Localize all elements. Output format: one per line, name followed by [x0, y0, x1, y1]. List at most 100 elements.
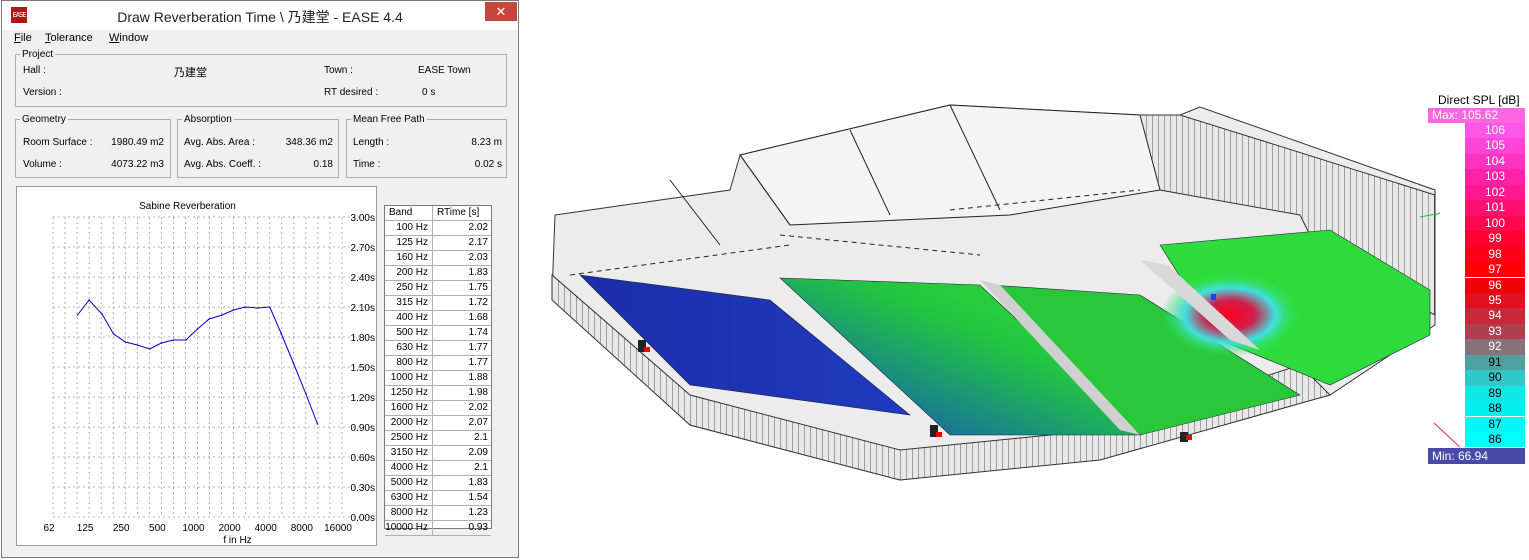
reverberation-chart: Sabine Reverberation 3.00s 2.70s 2.40s 2.10s…	[43, 201, 375, 546]
table-row: 160 Hz 2.03	[385, 251, 491, 266]
hall-label: Hall :	[23, 65, 46, 76]
spl-legend-level: 97	[1465, 262, 1525, 278]
avg-abs-area-label: Avg. Abs. Area :	[184, 137, 255, 148]
volume-value: 4073.22 m3	[111, 159, 164, 170]
y-tick-label: 0.60s	[351, 453, 375, 464]
rt-data-point	[185, 339, 187, 341]
project-legend: Project	[22, 49, 54, 60]
rtime-cell: 1.98	[468, 387, 488, 398]
rtime-cell: 2.03	[468, 252, 488, 263]
spl-legend-level: 87	[1465, 416, 1525, 432]
band-cell: 630 Hz	[385, 341, 433, 356]
x-tick-label: 1000	[182, 523, 205, 534]
project-group: Project	[15, 49, 507, 107]
band-cell: 8000 Hz	[385, 506, 433, 521]
room-surface-value: 1980.49 m2	[111, 137, 164, 148]
spl-legend-level: 106	[1465, 123, 1525, 139]
x-tick-label: 2000	[219, 523, 242, 534]
spl-legend-level: 98	[1465, 246, 1525, 262]
rtime-cell: 2.07	[468, 417, 488, 428]
y-tick-label: 0.90s	[351, 423, 375, 434]
spl-legend-level: 104	[1465, 153, 1525, 170]
band-cell: 125 Hz	[385, 236, 433, 251]
y-tick-label: 1.80s	[351, 333, 375, 344]
rtime-cell: 1.54	[468, 492, 488, 503]
spl-legend-level: 95	[1465, 292, 1525, 309]
rtime-cell: 2.02	[468, 222, 488, 233]
y-tick-label: 2.40s	[351, 273, 375, 284]
x-tick-label: 500	[149, 523, 166, 534]
band-cell: 3150 Hz	[385, 446, 433, 461]
menu-window[interactable]: Window	[109, 32, 148, 44]
rt-data-point	[269, 306, 271, 308]
spl-legend-title: Direct SPL [dB]	[1438, 93, 1520, 107]
hall-3d-view[interactable]	[540, 95, 1440, 495]
band-cell: 1000 Hz	[385, 371, 433, 386]
x-tick-label: 16000	[324, 523, 352, 534]
rt-data-point	[76, 314, 79, 316]
rt-data-point	[88, 299, 90, 301]
rt-data-point	[196, 328, 199, 330]
avg-abs-coeff-label: Avg. Abs. Coeff. :	[184, 159, 261, 170]
spl-legend-level: 91	[1465, 354, 1525, 371]
title-bar[interactable]: EASE Draw Reverberation Time \ 乃建堂 - EAS…	[2, 1, 518, 30]
spl-legend-level: 88	[1465, 401, 1525, 417]
table-row: 200 Hz 1.83	[385, 266, 491, 281]
band-cell: 160 Hz	[385, 251, 433, 266]
rt-data-point	[136, 344, 139, 346]
rtime-cell: 1.75	[468, 282, 488, 293]
y-tick-label: 1.20s	[351, 393, 375, 404]
rt-table: Band RTime [s] 100 Hz 2.02 125 Hz 2.17 160 Hz 2…	[384, 205, 492, 536]
table-row: 3150 Hz 2.09	[385, 446, 491, 461]
menu-tolerance[interactable]: Tolerance	[45, 32, 93, 44]
absorption-legend: Absorption	[184, 114, 232, 125]
rtime-cell: 2.1	[474, 432, 488, 443]
mfp-length-label: Length :	[353, 137, 390, 148]
band-cell: 500 Hz	[385, 326, 433, 341]
avg-abs-area-value: 348.36 m2	[285, 137, 333, 148]
spl-legend-level: 86	[1465, 432, 1525, 448]
rt-data-point	[316, 423, 319, 425]
rtime-cell: 1.83	[468, 267, 488, 278]
spl-legend-level: 94	[1465, 308, 1525, 324]
table-header-row: Band RTime [s]	[385, 206, 491, 221]
rt-data-point	[305, 393, 307, 395]
rtime-cell: 1.88	[468, 372, 488, 383]
spl-legend-level: 96	[1465, 277, 1525, 293]
table-row: 100 Hz 2.02	[385, 221, 491, 236]
y-tick-label: 2.70s	[351, 243, 375, 254]
close-button[interactable]: ✕	[485, 2, 517, 21]
menu-file[interactable]: File	[14, 32, 32, 44]
x-axis-label: f in Hz	[223, 535, 251, 545]
spl-legend-level: 105	[1465, 138, 1525, 154]
geometry-legend: Geometry	[22, 114, 66, 125]
table-row: 5000 Hz 1.83	[385, 476, 491, 491]
mfp-length-value: 8.23 m	[471, 137, 502, 148]
rt-data-point	[256, 307, 259, 309]
band-cell: 2500 Hz	[385, 431, 433, 446]
y-tick-label: 3.00s	[351, 213, 375, 224]
rt-data-point	[280, 333, 283, 335]
rtime-cell: 1.77	[468, 342, 488, 353]
rt-data-point	[232, 309, 235, 311]
band-cell: 315 Hz	[385, 296, 433, 311]
table-row: 800 Hz 1.77	[385, 356, 491, 371]
band-cell: 5000 Hz	[385, 476, 433, 491]
rt-data-point	[101, 313, 103, 315]
table-row: 6300 Hz 1.54	[385, 491, 491, 506]
spl-legend-level: 89	[1465, 385, 1525, 402]
table-row: 1250 Hz 1.98	[385, 386, 491, 401]
rt-data-point	[172, 339, 175, 341]
table-row: 250 Hz 1.75	[385, 281, 491, 296]
town-label: Town :	[324, 65, 353, 76]
table-row: 10000 Hz 0.93	[385, 521, 491, 536]
rtime-cell: 0.93	[468, 522, 488, 533]
rtime-cell: 1.68	[468, 312, 488, 323]
band-cell: 400 Hz	[385, 311, 433, 326]
reverberation-window: EASE Draw Reverberation Time \ 乃建堂 - EAS…	[1, 0, 519, 558]
band-cell: 800 Hz	[385, 356, 433, 371]
x-tick-label: 4000	[255, 523, 278, 534]
window-title: Draw Reverberation Time \ 乃建堂 - EASE 4.4	[117, 9, 403, 25]
rtime-cell: 1.23	[468, 507, 488, 518]
band-cell: 250 Hz	[385, 281, 433, 296]
